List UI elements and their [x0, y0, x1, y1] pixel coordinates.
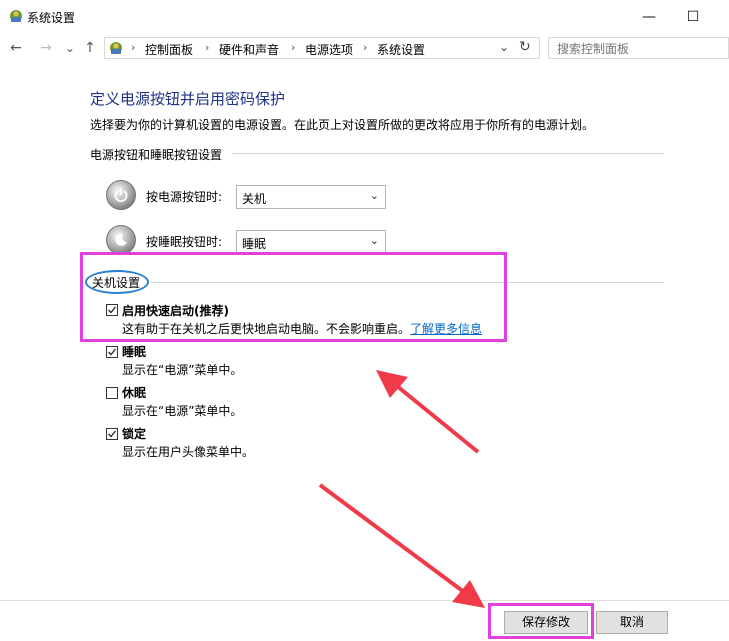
arrow-to-save-button — [318, 483, 485, 608]
annotation-arrows — [318, 370, 485, 608]
arrow-to-shutdown-settings — [376, 370, 480, 454]
